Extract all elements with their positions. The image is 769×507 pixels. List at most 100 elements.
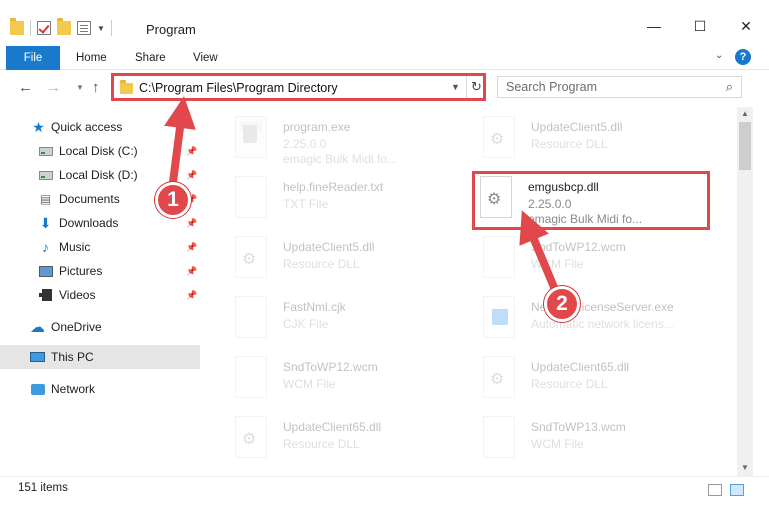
file-item[interactable]: UpdateClient5.dll Resource DLL xyxy=(215,232,455,284)
file-name: SndToWP13.wcm xyxy=(531,420,626,434)
pictures-icon xyxy=(38,265,53,278)
folder-icon[interactable] xyxy=(10,18,24,35)
dll-gear-icon xyxy=(483,356,515,398)
search-box[interactable]: ⌕ xyxy=(497,76,742,98)
file-item[interactable]: UpdateClient5.dll Resource DLL xyxy=(463,112,703,164)
new-folder-icon[interactable] xyxy=(57,18,71,35)
blank-file-icon xyxy=(483,236,515,278)
pin-icon[interactable]: 📌 xyxy=(186,290,197,301)
file-meta: emagic Bulk Midi fo... xyxy=(283,152,398,166)
sidebar-item-quick-access[interactable]: ★ Quick access xyxy=(0,115,200,139)
file-name: UpdateClient65.dll xyxy=(283,420,382,434)
minimize-button[interactable]: — xyxy=(631,12,677,40)
pin-icon[interactable]: 📌 xyxy=(186,242,197,253)
sidebar-item-label: Local Disk (D:) xyxy=(59,168,138,182)
properties-check-icon[interactable] xyxy=(37,21,51,35)
file-name: FastNml.cjk xyxy=(283,300,346,314)
tab-view[interactable]: View xyxy=(193,52,218,64)
file-item[interactable]: UpdateClient65.dll Resource DLL xyxy=(463,352,703,404)
up-arrow-icon[interactable]: ↑ xyxy=(92,79,100,96)
scroll-up-icon[interactable]: ▲ xyxy=(741,109,749,118)
file-item[interactable]: help.fineReader.txt TXT File xyxy=(215,172,455,224)
tiles-view-icon[interactable] xyxy=(730,484,744,496)
pin-icon[interactable]: 📌 xyxy=(186,266,197,277)
customize-toolbar-caret-icon[interactable]: ▼ xyxy=(97,24,105,33)
step-2-badge: 2 xyxy=(544,286,580,322)
view-list-icon[interactable] xyxy=(77,21,91,35)
download-icon: ⬇ xyxy=(39,214,52,231)
file-meta: CJK File xyxy=(283,317,329,331)
pin-icon[interactable]: 📌 xyxy=(186,170,197,181)
tab-file[interactable]: File xyxy=(6,46,60,70)
quick-access-toolbar: ▼ xyxy=(10,18,112,36)
file-item[interactable]: SndToWP12.wcm WCM File xyxy=(463,232,703,284)
hard-drive-icon xyxy=(38,145,53,158)
video-icon xyxy=(38,289,53,302)
app-icon xyxy=(483,296,515,338)
file-meta: WCM File xyxy=(283,377,336,391)
sidebar-item-label: OneDrive xyxy=(51,320,102,334)
file-item[interactable]: UpdateClient65.dll Resource DLL xyxy=(215,412,455,464)
star-icon: ★ xyxy=(32,118,45,135)
file-item[interactable]: program.exe 2.25.0.0 emagic Bulk Midi fo… xyxy=(215,112,455,166)
file-meta: Resource DLL xyxy=(531,137,608,151)
search-icon[interactable]: ⌕ xyxy=(726,79,733,95)
dll-gear-icon xyxy=(483,116,515,158)
sidebar-item-label: Music xyxy=(59,240,91,254)
sidebar-item-label: Documents xyxy=(59,192,120,206)
scroll-down-icon[interactable]: ▼ xyxy=(741,463,749,472)
sidebar-item-label: Downloads xyxy=(59,216,119,230)
file-name: SndToWP12.wcm xyxy=(531,240,626,254)
file-meta: Resource DLL xyxy=(283,437,360,451)
tab-share[interactable]: Share xyxy=(135,52,166,64)
address-path[interactable]: C:\Program Files\Program Directory xyxy=(139,81,338,95)
details-view-icon[interactable] xyxy=(708,484,722,496)
pin-icon[interactable]: 📌 xyxy=(186,146,197,157)
toolbar-separator xyxy=(30,20,31,36)
hard-drive-icon xyxy=(38,169,53,182)
help-button[interactable]: ? xyxy=(735,49,751,65)
sidebar-item-local-disk-c[interactable]: Local Disk (C:) 📌 xyxy=(0,139,200,163)
file-item[interactable]: FastNml.cjk CJK File xyxy=(215,292,455,344)
file-meta: Resource DLL xyxy=(283,257,360,271)
maximize-button[interactable]: ☐ xyxy=(677,12,723,40)
title-bar: ▼ Program — ☐ ✕ xyxy=(0,0,769,40)
file-item[interactable]: NetworkLicenseServer.exe Automatic netwo… xyxy=(463,292,703,344)
file-item[interactable]: SndToWP12.wcm WCM File xyxy=(215,352,455,404)
back-arrow-icon[interactable]: ← xyxy=(18,79,33,96)
step-1-badge: 1 xyxy=(155,182,191,218)
sidebar-item-pictures[interactable]: Pictures 📌 xyxy=(0,259,200,283)
toolbar-separator xyxy=(110,20,112,36)
file-meta: Resource DLL xyxy=(531,377,608,391)
search-input[interactable] xyxy=(506,80,706,94)
sidebar-item-music[interactable]: ♪ Music 📌 xyxy=(0,235,200,259)
address-dropdown-icon[interactable]: ▼ xyxy=(451,82,460,92)
file-name: UpdateClient5.dll xyxy=(283,240,375,254)
expand-ribbon-chevron-icon[interactable]: ⌄ xyxy=(715,50,723,61)
file-item[interactable]: SndToWP13.wcm WCM File xyxy=(463,412,703,464)
exe-icon xyxy=(235,116,267,158)
address-bar[interactable]: C:\Program Files\Program Directory ▼ ↻ xyxy=(111,73,486,101)
navigation-pane: ★ Quick access Local Disk (C:) 📌 Local D… xyxy=(0,110,200,472)
pin-icon[interactable]: 📌 xyxy=(186,218,197,229)
window-controls: — ☐ ✕ xyxy=(631,12,769,40)
sidebar-item-onedrive[interactable]: ☁ OneDrive xyxy=(0,315,200,339)
computer-icon xyxy=(30,351,45,364)
cloud-icon: ☁ xyxy=(30,319,45,336)
vertical-scrollbar[interactable]: ▲ ▼ xyxy=(737,107,753,477)
sidebar-item-network[interactable]: Network xyxy=(0,377,200,401)
ribbon: File Home Share View ⌄ ? xyxy=(0,46,769,70)
folder-icon xyxy=(120,80,133,94)
scrollbar-thumb[interactable] xyxy=(739,122,751,170)
forward-arrow-icon[interactable]: → xyxy=(46,79,61,96)
file-name: UpdateClient5.dll xyxy=(531,120,623,134)
sidebar-item-label: This PC xyxy=(51,350,94,364)
refresh-button[interactable]: ↻ xyxy=(466,76,486,98)
window-title: Program xyxy=(146,22,196,37)
sidebar-item-videos[interactable]: Videos 📌 xyxy=(0,283,200,307)
network-icon xyxy=(30,383,45,396)
close-button[interactable]: ✕ xyxy=(723,12,769,40)
tab-home[interactable]: Home xyxy=(76,52,107,64)
sidebar-item-this-pc[interactable]: This PC xyxy=(0,345,200,369)
recent-locations-caret-icon[interactable]: ▼ xyxy=(76,83,84,92)
